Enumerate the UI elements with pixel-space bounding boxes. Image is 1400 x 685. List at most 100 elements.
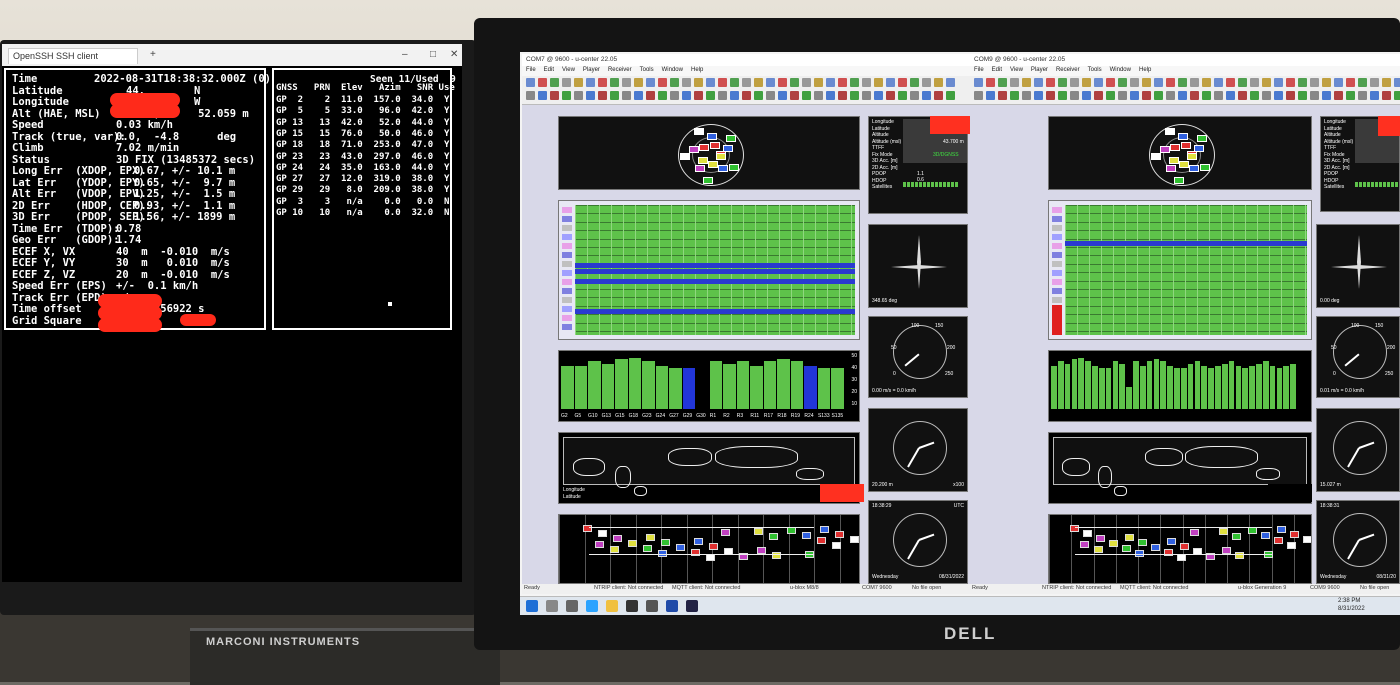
menu-item-player[interactable]: Player — [1031, 67, 1048, 73]
toolbar-button[interactable] — [1094, 78, 1103, 87]
toolbar-button[interactable] — [538, 78, 547, 87]
satellite-marker[interactable] — [1173, 176, 1184, 184]
minimize-icon[interactable]: – — [402, 49, 408, 60]
satellite-marker[interactable] — [1166, 165, 1177, 173]
toolbar-button[interactable] — [1370, 78, 1379, 87]
toolbar-button[interactable] — [766, 78, 775, 87]
new-tab-icon[interactable]: + — [150, 49, 156, 60]
toolbar-button[interactable] — [1142, 78, 1151, 87]
toolbar-button[interactable] — [718, 78, 727, 87]
toolbar-button[interactable] — [526, 78, 535, 87]
toolbar-button[interactable] — [1070, 78, 1079, 87]
toolbar-button[interactable] — [1190, 91, 1199, 100]
toolbar-button[interactable] — [1082, 78, 1091, 87]
toolbar-button[interactable] — [1394, 91, 1400, 100]
toolbar-button[interactable] — [850, 78, 859, 87]
toolbar-button[interactable] — [742, 91, 751, 100]
satellite-marker[interactable] — [723, 145, 733, 153]
menu-item-help[interactable]: Help — [691, 67, 703, 73]
toolbar-button[interactable] — [562, 91, 571, 100]
toolbar-button[interactable] — [610, 91, 619, 100]
toolbar-button[interactable] — [814, 91, 823, 100]
app-icon[interactable] — [646, 600, 658, 612]
toolbar-button[interactable] — [646, 78, 655, 87]
toolbar-button[interactable] — [1142, 91, 1151, 100]
toolbar-button[interactable] — [886, 91, 895, 100]
toolbar-button[interactable] — [998, 91, 1007, 100]
toolbar-button[interactable] — [1322, 91, 1331, 100]
toolbar-button[interactable] — [598, 78, 607, 87]
toolbar-button[interactable] — [1034, 78, 1043, 87]
start-icon[interactable] — [526, 600, 538, 612]
toolbar-button[interactable] — [946, 78, 955, 87]
menu-item-window[interactable]: Window — [1110, 67, 1131, 73]
satellite-marker[interactable] — [1197, 134, 1208, 142]
toolbar-button[interactable] — [1382, 91, 1391, 100]
toolbar-button[interactable] — [658, 78, 667, 87]
toolbar-button[interactable] — [922, 78, 931, 87]
menu-item-receiver[interactable]: Receiver — [608, 67, 632, 73]
toolbar-button[interactable] — [1202, 91, 1211, 100]
toolbar-button[interactable] — [1346, 91, 1355, 100]
toolbar-button[interactable] — [1274, 78, 1283, 87]
toolbar-button[interactable] — [1022, 91, 1031, 100]
toolbar-button[interactable] — [1250, 78, 1259, 87]
task-view-icon[interactable] — [566, 600, 578, 612]
toolbar-button[interactable] — [1334, 91, 1343, 100]
toolbar-button[interactable] — [1094, 91, 1103, 100]
toolbar-button[interactable] — [874, 78, 883, 87]
toolbar-button[interactable] — [998, 78, 1007, 87]
toolbar-button[interactable] — [922, 91, 931, 100]
toolbar-button[interactable] — [850, 91, 859, 100]
satellite-marker[interactable] — [1194, 145, 1204, 153]
toolbar-button[interactable] — [622, 78, 631, 87]
toolbar-button[interactable] — [1394, 78, 1400, 87]
satellite-marker[interactable] — [1159, 146, 1170, 154]
toolbar-button[interactable] — [1334, 78, 1343, 87]
toolbar-button[interactable] — [1238, 91, 1247, 100]
toolbar-button[interactable] — [598, 91, 607, 100]
satellite-marker[interactable] — [698, 144, 709, 151]
toolbar-button[interactable] — [658, 91, 667, 100]
satellite-marker[interactable] — [726, 134, 737, 142]
toolbar-button[interactable] — [1130, 91, 1139, 100]
toolbar-button[interactable] — [826, 78, 835, 87]
satellite-marker[interactable] — [1177, 133, 1188, 141]
satellite-marker[interactable] — [1186, 152, 1197, 160]
toolbar-button[interactable] — [730, 78, 739, 87]
toolbar-button[interactable] — [694, 78, 703, 87]
toolbar-button[interactable] — [1034, 91, 1043, 100]
toolbar-button[interactable] — [986, 78, 995, 87]
toolbar-button[interactable] — [1226, 91, 1235, 100]
satellite-marker[interactable] — [1180, 141, 1191, 149]
toolbar-button[interactable] — [974, 91, 983, 100]
toolbar-button[interactable] — [862, 78, 871, 87]
toolbar-button[interactable] — [1154, 78, 1163, 87]
toolbar-button[interactable] — [1022, 78, 1031, 87]
menu-item-tools[interactable]: Tools — [640, 67, 654, 73]
toolbar-button[interactable] — [1190, 78, 1199, 87]
toolbar-button[interactable] — [1046, 78, 1055, 87]
toolbar-button[interactable] — [1310, 91, 1319, 100]
toolbar-button[interactable] — [838, 78, 847, 87]
toolbar-button[interactable] — [910, 78, 919, 87]
toolbar-button[interactable] — [1130, 78, 1139, 87]
toolbar-button[interactable] — [1250, 91, 1259, 100]
satellite-marker[interactable] — [694, 127, 705, 135]
menu-item-view[interactable]: View — [562, 67, 575, 73]
toolbar-button[interactable] — [790, 91, 799, 100]
toolbar-button[interactable] — [1058, 91, 1067, 100]
search-icon[interactable] — [546, 600, 558, 612]
toolbar-button[interactable] — [682, 78, 691, 87]
toolbar-button[interactable] — [1226, 78, 1235, 87]
toolbar-button[interactable] — [778, 91, 787, 100]
app-icon-3[interactable] — [686, 600, 698, 612]
toolbar-button[interactable] — [586, 91, 595, 100]
toolbar-button[interactable] — [1106, 78, 1115, 87]
satellite-marker[interactable] — [697, 156, 708, 164]
toolbar-button[interactable] — [838, 91, 847, 100]
toolbar-button[interactable] — [1346, 78, 1355, 87]
toolbar-button[interactable] — [1298, 91, 1307, 100]
menu-item-file[interactable]: File — [526, 67, 536, 73]
toolbar-button[interactable] — [574, 78, 583, 87]
